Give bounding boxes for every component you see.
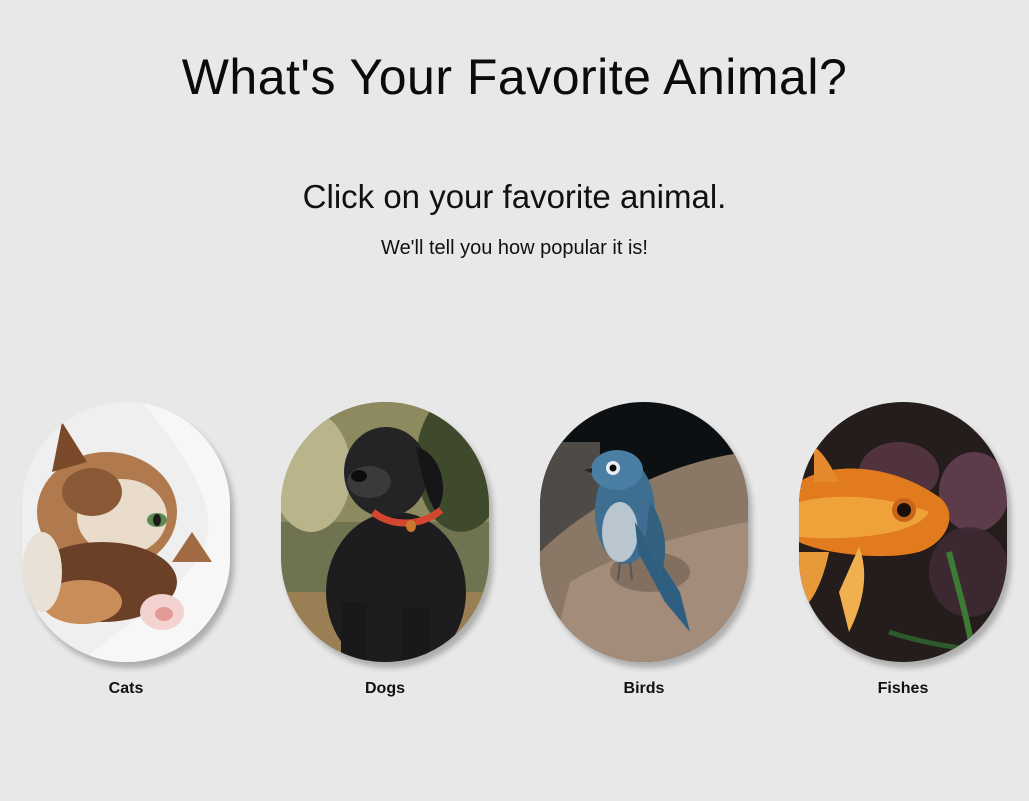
tagline-text: We'll tell you how popular it is! [381,237,648,259]
page-title: What's Your Favorite Animal? [181,49,848,105]
animal-card-dogs[interactable]: Dogs [281,402,489,698]
animal-label-fishes[interactable]: Fishes [799,680,1007,698]
cat-photo[interactable] [22,402,230,662]
dog-photo[interactable] [281,402,489,662]
animal-label-birds[interactable]: Birds [540,680,748,698]
animal-card-cats[interactable]: Cats [22,402,230,698]
animal-card-birds[interactable]: Birds [540,402,748,698]
instruction-text: Click on your favorite animal. [302,178,727,215]
fish-photo[interactable] [799,402,1007,662]
animal-options: Cats Dogs Birds Fishes [0,402,1029,722]
bird-photo[interactable] [540,402,748,662]
page: What's Your Favorite Animal? Click on yo… [0,0,1029,801]
animal-label-cats[interactable]: Cats [22,680,230,698]
animal-card-fishes[interactable]: Fishes [799,402,1007,698]
animal-label-dogs[interactable]: Dogs [281,680,489,698]
